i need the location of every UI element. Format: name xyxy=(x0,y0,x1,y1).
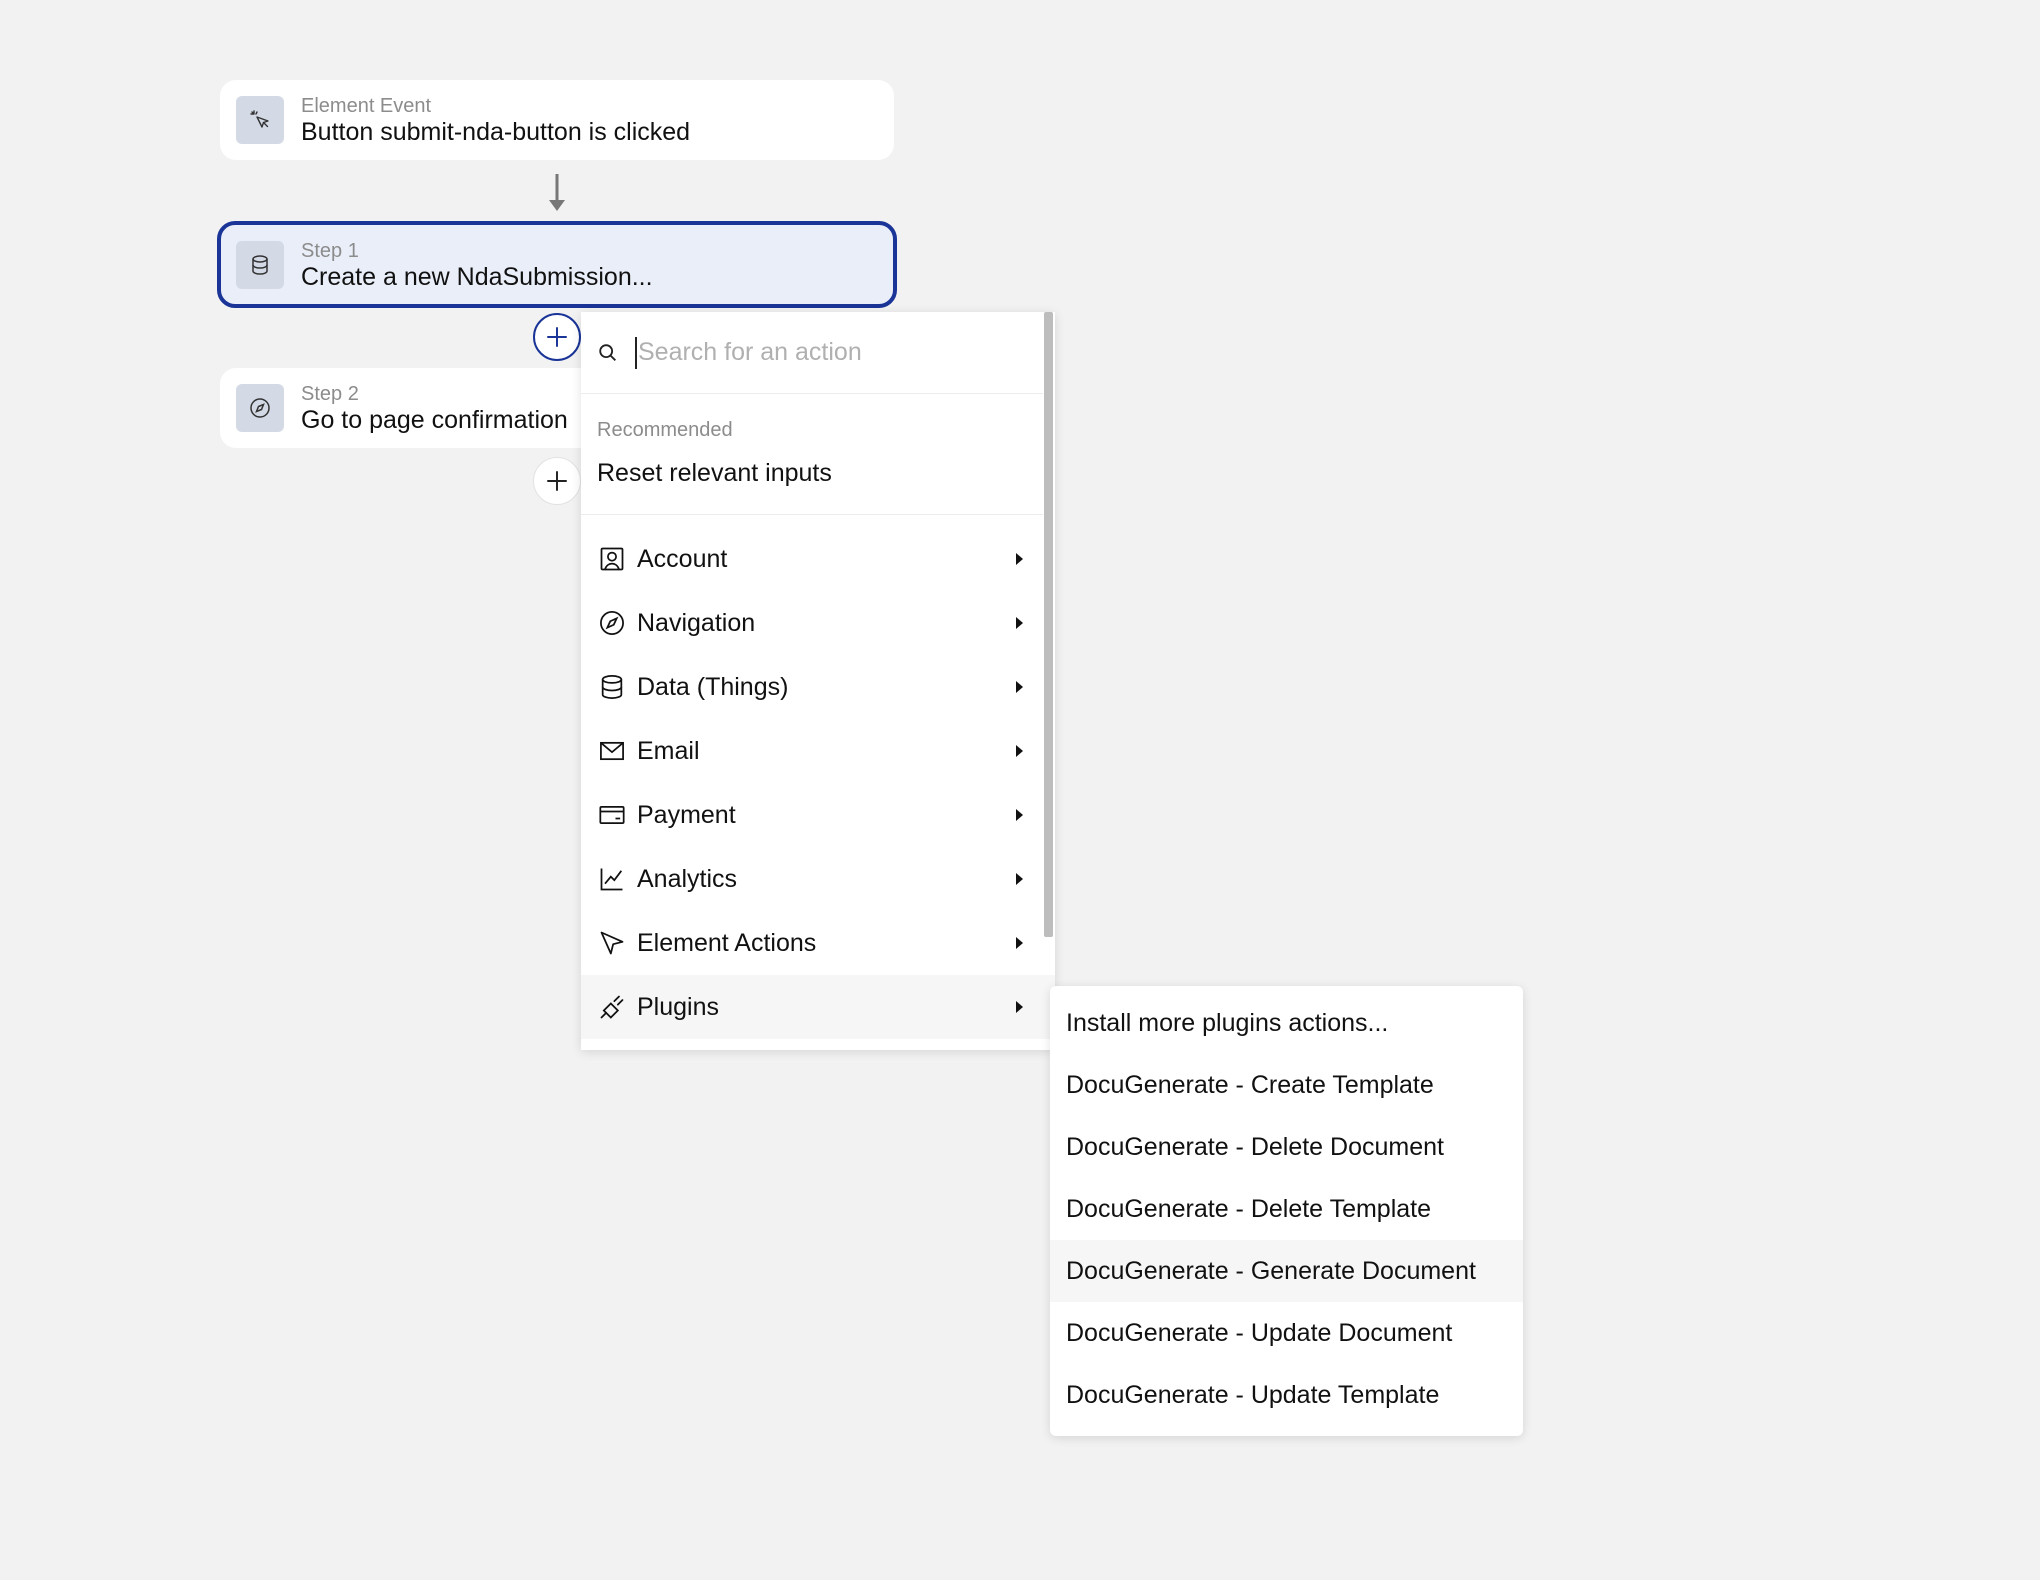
menu-item-analytics[interactable]: Analytics xyxy=(581,847,1055,911)
action-menu: Recommended Reset relevant inputs Accoun… xyxy=(581,312,1055,1050)
menu-item-label: Plugins xyxy=(637,992,719,1021)
event-subtitle: Element Event xyxy=(301,95,432,117)
caret-right-icon xyxy=(1016,553,1023,565)
account-icon xyxy=(597,544,627,574)
submenu-item-create-template[interactable]: DocuGenerate - Create Template xyxy=(1050,1054,1523,1116)
menu-item-reset-relevant-inputs[interactable]: Reset relevant inputs xyxy=(581,444,1043,502)
search-icon xyxy=(599,343,616,361)
menu-item-plugins[interactable]: Plugins xyxy=(581,975,1055,1039)
envelope-icon xyxy=(597,736,627,766)
menu-item-label: Navigation xyxy=(637,608,756,637)
step-subtitle: Step 1 xyxy=(301,239,359,262)
plug-icon xyxy=(597,992,627,1022)
compass-icon xyxy=(597,608,627,638)
caret-right-icon xyxy=(1016,873,1023,885)
submenu-item-install-plugins[interactable]: Install more plugins actions... xyxy=(1050,992,1523,1054)
menu-item-label: Element Actions xyxy=(637,928,817,957)
search-bar xyxy=(581,312,1043,394)
submenu-item-update-document[interactable]: DocuGenerate - Update Document xyxy=(1050,1302,1523,1364)
add-step-button[interactable] xyxy=(533,313,581,361)
step-title: Go to page confirmation xyxy=(301,406,568,434)
step-subtitle: Step 2 xyxy=(301,383,359,405)
caret-right-icon xyxy=(1016,937,1023,949)
search-input[interactable] xyxy=(638,338,1018,367)
caret-right-icon xyxy=(1016,809,1023,821)
caret-right-icon xyxy=(1016,681,1023,693)
plus-icon xyxy=(547,327,567,347)
menu-item-payment[interactable]: Payment xyxy=(581,783,1055,847)
compass-icon xyxy=(236,384,284,432)
menu-item-data-things[interactable]: Data (Things) xyxy=(581,655,1055,719)
category-list: Account Navigation Data (Things) Email P… xyxy=(581,515,1055,1039)
caret-right-icon xyxy=(1016,1001,1023,1013)
submenu-item-delete-template[interactable]: DocuGenerate - Delete Template xyxy=(1050,1178,1523,1240)
credit-card-icon xyxy=(597,800,627,830)
submenu-item-update-template[interactable]: DocuGenerate - Update Template xyxy=(1050,1364,1523,1426)
menu-item-label: Email xyxy=(637,736,700,765)
arrow-down-icon xyxy=(549,174,565,211)
menu-item-navigation[interactable]: Navigation xyxy=(581,591,1055,655)
database-icon xyxy=(597,672,627,702)
cursor-click-icon xyxy=(236,96,284,144)
pointer-icon xyxy=(597,928,627,958)
plus-icon xyxy=(547,471,567,491)
step-card-1[interactable]: Step 1 Create a new NdaSubmission... xyxy=(217,221,897,308)
event-card[interactable]: Element Event Button submit-nda-button i… xyxy=(220,80,894,160)
add-step-button[interactable] xyxy=(533,457,581,505)
menu-item-element-actions[interactable]: Element Actions xyxy=(581,911,1055,975)
caret-right-icon xyxy=(1016,745,1023,757)
menu-item-label: Account xyxy=(637,544,728,573)
event-title: Button submit-nda-button is clicked xyxy=(301,118,691,146)
text-caret xyxy=(635,336,637,369)
database-icon xyxy=(236,240,284,289)
menu-scrollbar[interactable] xyxy=(1044,312,1053,937)
plugins-submenu: Install more plugins actions... DocuGene… xyxy=(1050,986,1523,1436)
caret-right-icon xyxy=(1016,617,1023,629)
submenu-item-generate-document[interactable]: DocuGenerate - Generate Document xyxy=(1050,1240,1523,1302)
menu-item-label: Analytics xyxy=(637,864,738,893)
step-title: Create a new NdaSubmission... xyxy=(301,262,653,291)
menu-item-email[interactable]: Email xyxy=(581,719,1055,783)
submenu-item-delete-document[interactable]: DocuGenerate - Delete Document xyxy=(1050,1116,1523,1178)
workflow-canvas: Element Event Button submit-nda-button i… xyxy=(0,0,2040,1580)
menu-item-label: Data (Things) xyxy=(637,672,789,701)
menu-item-label: Payment xyxy=(637,800,736,829)
recommended-heading: Recommended xyxy=(597,419,733,441)
line-chart-icon xyxy=(597,864,627,894)
menu-item-account[interactable]: Account xyxy=(581,527,1055,591)
